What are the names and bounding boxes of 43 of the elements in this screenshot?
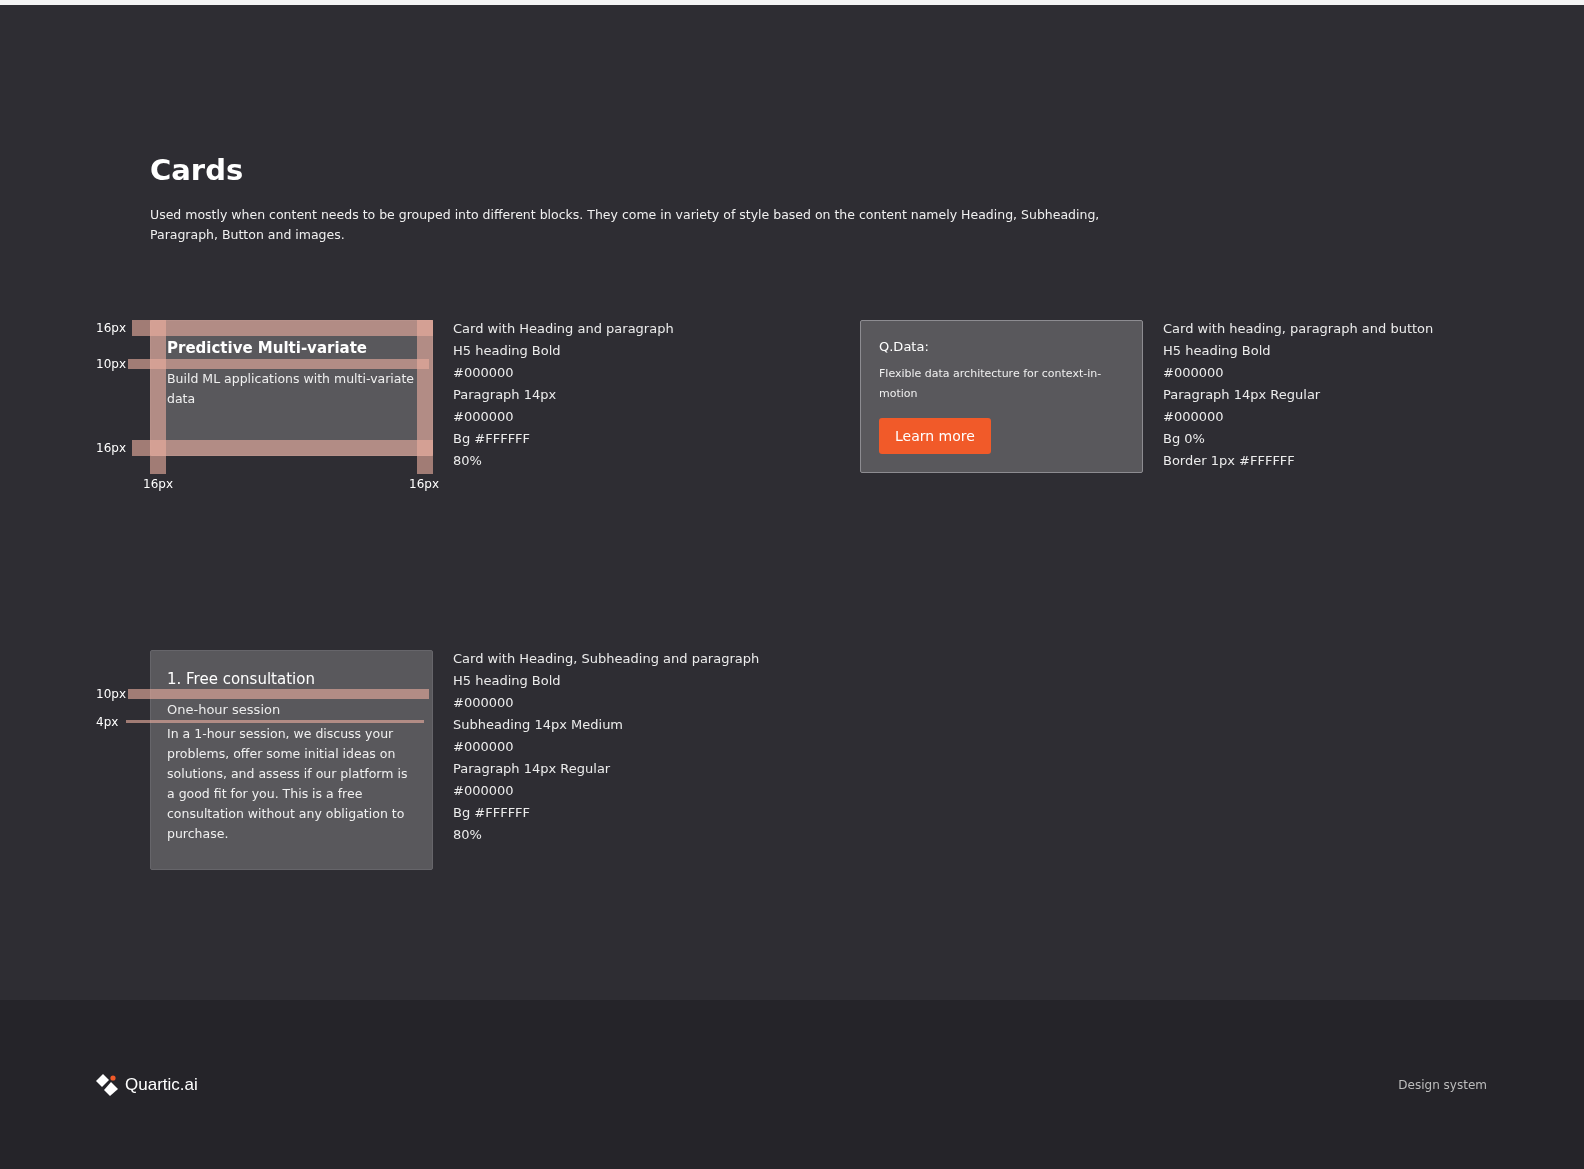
logo-icon <box>96 1072 120 1097</box>
spec-text: #000000 <box>453 694 515 712</box>
spacing-label: 4px <box>96 715 119 729</box>
spacing-label: 16px <box>143 477 173 491</box>
spacing-label: 16px <box>409 477 439 491</box>
card-paragraph: Flexible data architecture for context-in-motion <box>879 366 1103 402</box>
spec-text: Bg #FFFFFF <box>453 430 532 448</box>
spec-text: Paragraph 14px <box>453 386 558 404</box>
spec-text: H5 heading Bold <box>453 672 562 690</box>
card-paragraph: Build ML applications with multi-variate data <box>167 370 416 408</box>
spec-text: #000000 <box>453 408 515 426</box>
spec-text: #000000 <box>453 782 515 800</box>
spec-text: Paragraph 14px Regular <box>453 760 612 778</box>
learn-more-button[interactable]: Learn more <box>879 418 991 454</box>
spacing-label: 16px <box>96 441 126 455</box>
spacing-label: 10px <box>96 357 126 371</box>
spacing-label: 16px <box>96 321 126 335</box>
spec-text: 80% <box>453 826 483 844</box>
spec-text: #000000 <box>1163 364 1225 382</box>
spec-text: #000000 <box>453 738 515 756</box>
page-description: Used mostly when content needs to be grouped into different blocks. They come in variety of style based on the content namely Heading, Subheading, Paragraph, Button and images. <box>150 206 1101 244</box>
spec-text: 80% <box>453 452 483 470</box>
footer-section: Design system <box>1398 1077 1487 1092</box>
spec-text: Border 1px #FFFFFF <box>1163 452 1296 470</box>
spec-text: Card with heading, paragraph and button <box>1163 320 1434 338</box>
spec-text: #000000 <box>1163 408 1225 426</box>
brand-name: Quartic.ai <box>125 1074 198 1095</box>
spec-text: Paragraph 14px Regular <box>1163 386 1322 404</box>
card-heading: Q.Data: <box>879 338 930 356</box>
spec-text: Bg 0% <box>1163 430 1206 448</box>
spec-text: Card with Heading, Subheading and paragraph <box>453 650 760 668</box>
spec-text: H5 heading Bold <box>453 342 562 360</box>
spec-text: #000000 <box>453 364 515 382</box>
card-heading: Predictive Multi-variate <box>167 338 368 359</box>
card-heading: 1. Free consultation <box>167 669 316 690</box>
spec-text: Subheading 14px Medium <box>453 716 625 734</box>
page-title: Cards <box>150 152 244 188</box>
spec-text: Card with Heading and paragraph <box>453 320 674 338</box>
card-subheading: One-hour session <box>167 701 282 719</box>
spec-text: H5 heading Bold <box>1163 342 1272 360</box>
spec-text: Bg #FFFFFF <box>453 804 532 822</box>
spacing-label: 10px <box>96 687 126 701</box>
card-paragraph: In a 1-hour session, we discuss your problems, offer some initial ideas on solutions, and assess if our platform is a good fit for you. This is a free consultation without any obligation to purchase. <box>167 725 409 843</box>
